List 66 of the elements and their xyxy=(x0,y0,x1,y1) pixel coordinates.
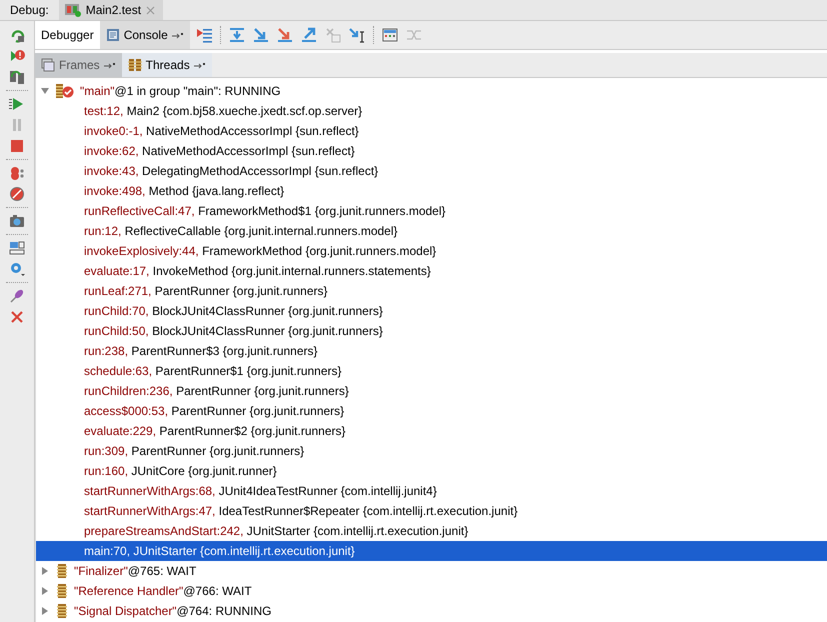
stack-frame[interactable]: invoke0:-1, NativeMethodAccessorImpl {sun.reflect} xyxy=(36,121,827,141)
rerun-icon[interactable] xyxy=(9,27,25,43)
step-over-icon[interactable] xyxy=(228,27,245,43)
stack-frame[interactable]: test:12, Main2 {com.bj58.xueche.jxedt.scf.op.server} xyxy=(36,101,827,121)
stack-frame[interactable]: startRunnerWithArgs:68, JUnit4IdeaTestRunner {com.intellij.junit4} xyxy=(36,481,827,501)
pin-arrow-icon[interactable] xyxy=(172,31,184,39)
pin-arrow-icon[interactable] xyxy=(104,61,116,69)
layout-icon[interactable] xyxy=(9,240,25,256)
frames-icon xyxy=(41,58,55,72)
debug-label: Debug: xyxy=(9,2,50,19)
thread-entry[interactable]: "Reference Handler"@766: WAIT xyxy=(74,584,252,598)
stack-frame[interactable]: access$000:53, ParentRunner {org.junit.runners} xyxy=(36,401,827,421)
pin-icon[interactable] xyxy=(9,288,25,304)
breakpoints-icon[interactable] xyxy=(9,165,25,181)
run-to-cursor-icon[interactable] xyxy=(348,27,365,43)
rerun-error-icon[interactable] xyxy=(9,48,25,64)
stop-icon[interactable] xyxy=(9,138,25,154)
stack-frame[interactable]: startRunnerWithArgs:47, IdeaTestRunner$Repeater {com.intellij.rt.execution.junit} xyxy=(36,501,827,521)
pin-arrow-icon[interactable] xyxy=(194,61,206,69)
close-icon[interactable] xyxy=(146,6,156,14)
stack-frame[interactable]: runChild:50, BlockJUnit4ClassRunner {org.junit.runners} xyxy=(36,321,827,341)
view-tab[interactable]: Debugger xyxy=(35,21,100,49)
force-step-into-icon[interactable] xyxy=(276,27,293,43)
stack-frame[interactable]: runChildren:236, ParentRunner {org.junit.runners} xyxy=(36,381,827,401)
stack-frame[interactable]: invokeExplosively:44, FrameworkMethod {org.junit.runners.model} xyxy=(36,241,827,261)
collapsed-arrow-icon[interactable] xyxy=(40,566,50,576)
stack-frame[interactable]: run:309, ParentRunner {org.junit.runners} xyxy=(36,441,827,461)
thread-icon xyxy=(56,604,68,618)
step-out-icon[interactable] xyxy=(300,27,317,43)
camera-icon[interactable] xyxy=(9,213,25,229)
view-tab[interactable]: Console xyxy=(100,21,190,49)
threads-icon xyxy=(128,58,142,72)
stack-frame[interactable]: main:70, JUnitStarter {com.intellij.rt.execution.junit} xyxy=(36,541,827,561)
resume-icon[interactable] xyxy=(9,96,25,112)
stack-frame[interactable]: run:160, JUnitCore {org.junit.runner} xyxy=(36,461,827,481)
stack-frame[interactable]: evaluate:17, InvokeMethod {org.junit.internal.runners.statements} xyxy=(36,261,827,281)
thread-entry[interactable]: "main"@1 in group "main": RUNNING xyxy=(80,84,281,98)
thread-icon xyxy=(56,564,68,578)
expanded-arrow-icon[interactable] xyxy=(40,86,50,96)
stack-frame[interactable]: schedule:63, ParentRunner$1 {org.junit.runners} xyxy=(36,361,827,381)
step-into-icon[interactable] xyxy=(252,27,269,43)
console-icon xyxy=(106,28,120,42)
collapsed-arrow-icon[interactable] xyxy=(40,606,50,616)
stack-frame[interactable]: invoke:62, NativeMethodAccessorImpl {sun.reflect} xyxy=(36,141,827,161)
stack-frame[interactable]: run:238, ParentRunner$3 {org.junit.runners} xyxy=(36,341,827,361)
stack-frame[interactable]: invoke:43, DelegatingMethodAccessorImpl {sun.reflect} xyxy=(36,161,827,181)
mute-breakpoints-icon[interactable] xyxy=(9,186,25,202)
run-config-tab[interactable]: Main2.test xyxy=(58,0,164,20)
thread-check-icon xyxy=(56,84,74,98)
stack-frame[interactable]: invoke:498, Method {java.lang.reflect} xyxy=(36,181,827,201)
thread-icon xyxy=(56,584,68,598)
close-icon[interactable] xyxy=(9,309,25,325)
stack-frame[interactable]: runLeaf:271, ParentRunner {org.junit.runners} xyxy=(36,281,827,301)
thread-entry[interactable]: "Finalizer"@765: WAIT xyxy=(74,564,196,578)
stack-frame[interactable]: prepareStreamsAndStart:242, JUnitStarter {com.intellij.rt.execution.junit} xyxy=(36,521,827,541)
collapsed-arrow-icon[interactable] xyxy=(40,586,50,596)
thread-entry[interactable]: "Signal Dispatcher"@764: RUNNING xyxy=(74,604,272,618)
test-run-icon xyxy=(64,3,81,17)
settings-icon[interactable] xyxy=(9,261,25,277)
show-execution-point-icon[interactable] xyxy=(196,27,212,43)
stack-frame[interactable]: runChild:70, BlockJUnit4ClassRunner {org.junit.runners} xyxy=(36,301,827,321)
stack-frame[interactable]: runReflectiveCall:47, FrameworkMethod$1 {org.junit.runners.model} xyxy=(36,201,827,221)
panel-tab[interactable]: Threads xyxy=(122,53,212,77)
stack-frame[interactable]: run:12, ReflectiveCallable {org.junit.internal.runners.model} xyxy=(36,221,827,241)
stack-frame[interactable]: evaluate:229, ParentRunner$2 {org.junit.runners} xyxy=(36,421,827,441)
panel-tab[interactable]: Frames xyxy=(35,53,122,77)
